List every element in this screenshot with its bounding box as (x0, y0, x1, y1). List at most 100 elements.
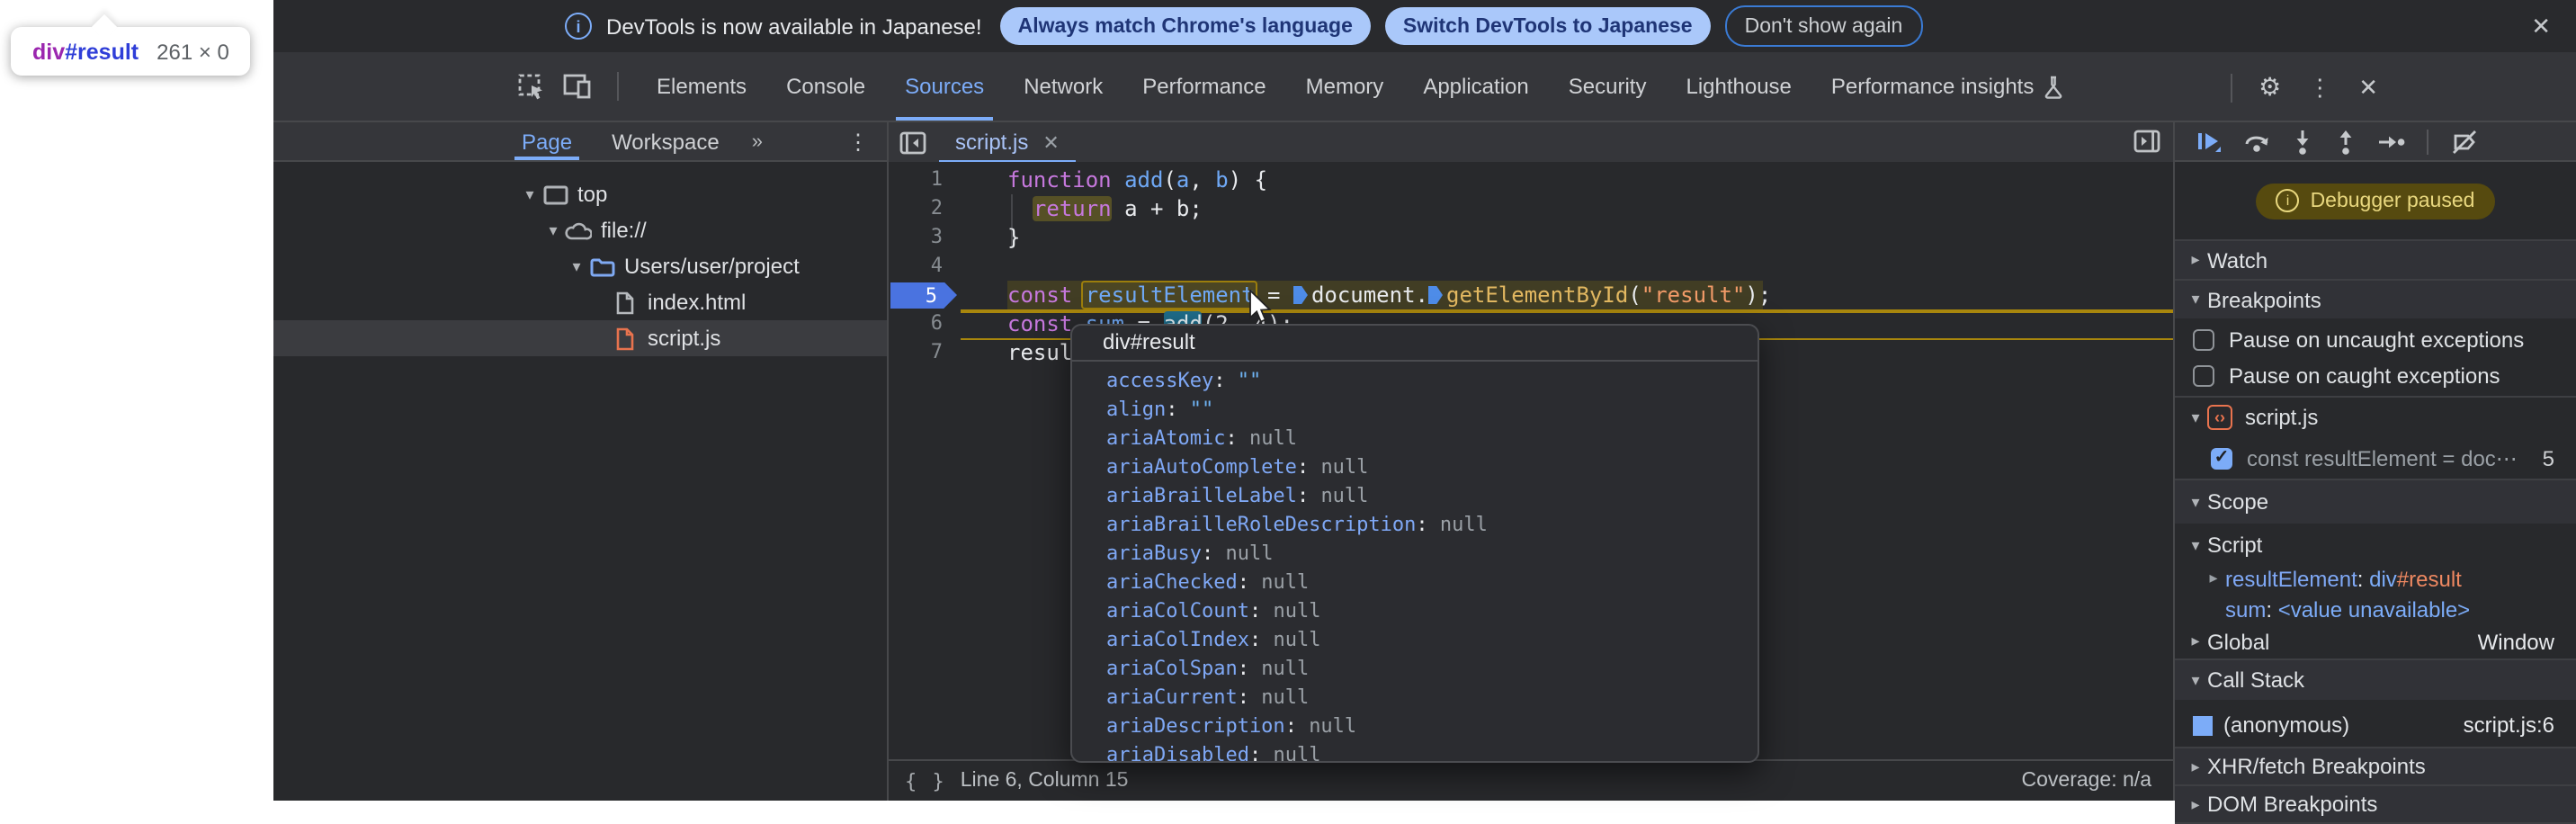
section-watch[interactable]: ▸ Watch (2175, 239, 2576, 279)
line-number[interactable]: 1 (889, 166, 943, 194)
property-value: null (1249, 426, 1297, 450)
property-colon: : (1238, 570, 1262, 594)
continue-to-here-icon[interactable] (1293, 286, 1308, 304)
property-name: ariaCurrent (1106, 685, 1238, 709)
pause-on-uncaught-row[interactable]: Pause on uncaught exceptions (2175, 322, 2576, 358)
code-token: resultElement (1082, 281, 1258, 309)
code-token: ) { (1229, 167, 1267, 193)
code-line-2[interactable]: 2 return a + b; (889, 194, 2173, 223)
arrow-right-icon: ▸ (2202, 569, 2225, 588)
step-over-icon[interactable] (2243, 130, 2270, 153)
step-out-icon[interactable] (2335, 129, 2357, 154)
deactivate-breakpoints-icon[interactable] (2450, 129, 2479, 154)
tab-close-icon[interactable]: ✕ (1042, 130, 1059, 154)
collapse-debugger-icon[interactable] (2133, 130, 2160, 153)
continue-to-here-icon[interactable] (1428, 286, 1443, 304)
arrow-down-icon[interactable]: ▾ (541, 220, 565, 240)
tab-page[interactable]: Page (514, 122, 579, 160)
code-line-4[interactable]: 4 (889, 252, 2173, 281)
breakpoint-marker[interactable]: 5 (890, 282, 957, 309)
checkbox-unchecked[interactable] (2193, 364, 2214, 386)
line-number[interactable]: 4 (889, 252, 943, 281)
breakpoint-group-row[interactable]: ▾ ‹› script.js (2175, 396, 2576, 437)
tree-item-file-[interactable]: ▾ file:// (273, 212, 887, 248)
inspect-element-icon[interactable] (518, 73, 545, 100)
infobar-close-icon[interactable]: ✕ (2531, 0, 2551, 52)
pretty-print-icon[interactable]: { } (905, 769, 946, 793)
arrow-down-icon: ▾ (2184, 290, 2207, 309)
code-line-3[interactable]: 3} (889, 223, 2173, 252)
toolbar-right-controls: ⚙ ⋮ ✕ (2230, 52, 2576, 122)
resume-script-icon[interactable] (2196, 130, 2222, 153)
section-label: DOM Breakpoints (2207, 792, 2377, 817)
step-into-icon[interactable] (2292, 129, 2313, 154)
collapse-navigator-icon[interactable] (899, 130, 926, 154)
pause-on-caught-row[interactable]: Pause on caught exceptions (2175, 358, 2576, 392)
infobar-action-button[interactable]: Don't show again (1725, 5, 1923, 47)
section-dom-breakpoints[interactable]: ▸ DOM Breakpoints (2175, 784, 2576, 824)
panel-tab-console[interactable]: Console (766, 52, 885, 121)
editor-status-bar: { } Line 6, Column 15 Coverage: n/a (889, 759, 2173, 801)
scope-var-row[interactable]: ▸ resultElement: div#result (2175, 563, 2576, 594)
editor-tab-scriptjs[interactable]: script.js ✕ (939, 122, 1076, 162)
screen: div#result 261 × 0 i DevTools is now ava… (0, 0, 2576, 801)
panel-tab-performance[interactable]: Performance (1123, 52, 1285, 121)
property-value: null (1261, 657, 1309, 680)
frame-location[interactable]: script.js:6 (2464, 712, 2576, 738)
property-value: "" (1190, 398, 1214, 421)
infobar-action-button[interactable]: Switch DevTools to Japanese (1385, 7, 1711, 45)
line-number[interactable]: 7 (889, 338, 943, 367)
line-number[interactable]: 2 (889, 194, 943, 223)
checkbox-checked[interactable]: ✓ (2211, 447, 2232, 469)
code-line-5[interactable]: 5const resultElement = document.getEleme… (889, 281, 2173, 309)
file-icon (612, 291, 639, 314)
section-xhr-breakpoints[interactable]: ▸ XHR/fetch Breakpoints (2175, 747, 2576, 784)
more-tabs-icon[interactable]: » (752, 122, 761, 160)
coverage-status: Coverage: n/a (2022, 770, 2174, 792)
tree-item-script-js[interactable]: script.js (273, 320, 887, 356)
navigator-header: Page Workspace » ⋮ (273, 122, 887, 162)
scope-script-row[interactable]: ▾ Script (2175, 527, 2576, 563)
scope-global-row[interactable]: ▸ Global Window (2175, 624, 2576, 658)
popup-property-row: ariaBrailleRoleDescription: null (1072, 511, 1758, 540)
panel-tab-performance-insights[interactable]: Performance insights (1811, 52, 2082, 121)
tree-item-users-user-project[interactable]: ▾Users/user/project (273, 248, 887, 284)
breakpoint-entry-row[interactable]: ✓ const resultElement = doc⋯ 5 (2175, 437, 2576, 479)
section-call-stack[interactable]: ▾ Call Stack (2175, 658, 2576, 700)
line-number[interactable]: 6 (889, 309, 943, 338)
arrow-down-icon[interactable]: ▾ (565, 256, 588, 276)
section-scope[interactable]: ▾ Scope (2175, 479, 2576, 524)
line-number[interactable]: 3 (889, 223, 943, 252)
arrow-down-icon: ▾ (2184, 408, 2207, 427)
panel-tab-security[interactable]: Security (1549, 52, 1667, 121)
device-toolbar-icon[interactable] (563, 74, 592, 99)
settings-gear-icon[interactable]: ⚙ (2258, 72, 2281, 103)
section-breakpoints[interactable]: ▾ Breakpoints (2175, 279, 2576, 318)
code-line-1[interactable]: 1function add(a, b) { (889, 166, 2173, 194)
tree-item-index-html[interactable]: index.html (273, 284, 887, 320)
panel-tab-memory[interactable]: Memory (1286, 52, 1404, 121)
arrow-down-icon[interactable]: ▾ (518, 184, 541, 204)
scope-var-row[interactable]: sum: <value unavailable> (2175, 594, 2576, 624)
devtools-close-icon[interactable]: ✕ (2358, 73, 2378, 102)
checkbox-unchecked[interactable] (2193, 329, 2214, 351)
step-icon[interactable] (2378, 130, 2405, 152)
popup-property-row: ariaBrailleLabel: null (1072, 482, 1758, 511)
panel-tab-elements[interactable]: Elements (637, 52, 766, 121)
panel-tab-sources[interactable]: Sources (885, 52, 1004, 121)
tree-item-top[interactable]: ▾top (273, 176, 887, 212)
panel-tab-application[interactable]: Application (1403, 52, 1548, 121)
property-colon: : (1225, 426, 1249, 450)
tree-item-label: file:// (601, 218, 647, 243)
arrow-right-icon: ▸ (2184, 250, 2207, 270)
navigator-more-icon[interactable]: ⋮ (847, 122, 869, 162)
tab-workspace[interactable]: Workspace (604, 122, 727, 160)
code-token: "result" (1641, 282, 1746, 308)
arrow-right-icon: ▸ (2184, 794, 2207, 814)
panel-tab-network[interactable]: Network (1004, 52, 1123, 121)
call-stack-frame-row[interactable]: (anonymous) script.js:6 (2175, 703, 2576, 747)
infobar-action-button[interactable]: Always match Chrome's language (1000, 7, 1371, 45)
more-options-icon[interactable]: ⋮ (2308, 73, 2331, 102)
code-token: const (1007, 282, 1072, 308)
panel-tab-lighthouse[interactable]: Lighthouse (1666, 52, 1811, 121)
